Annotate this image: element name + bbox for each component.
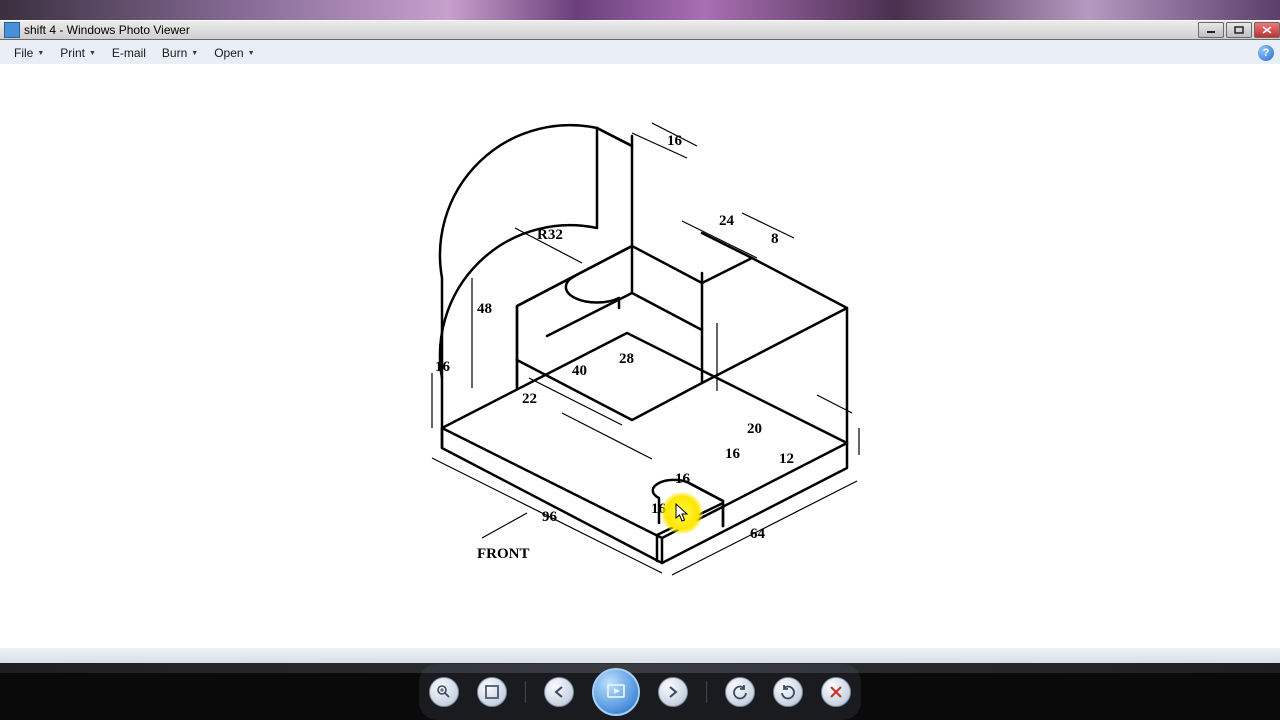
dim-16-slot-r: 16 <box>725 446 741 462</box>
menu-email[interactable]: E-mail <box>104 43 154 63</box>
dim-22: 22 <box>522 391 537 407</box>
menu-file-label: File <box>14 46 33 60</box>
dim-20: 20 <box>747 421 762 437</box>
cursor-highlight <box>661 492 703 534</box>
bottom-region <box>0 648 1280 720</box>
menu-burn-label: Burn <box>162 46 187 60</box>
help-icon[interactable]: ? <box>1258 45 1274 61</box>
displayed-image: 16 R32 24 8 48 16 40 28 22 20 16 16 12 1… <box>397 113 883 599</box>
viewer-toolbar <box>419 664 861 720</box>
menu-file[interactable]: File ▼ <box>6 43 52 63</box>
dim-96: 96 <box>542 509 558 525</box>
chevron-down-icon: ▼ <box>191 50 198 57</box>
magnifier-icon <box>436 684 452 700</box>
menu-email-label: E-mail <box>112 46 146 60</box>
next-button[interactable] <box>658 677 688 707</box>
front-label: FRONT <box>477 546 530 562</box>
menu-print[interactable]: Print ▼ <box>52 43 104 63</box>
dim-12: 12 <box>779 451 794 467</box>
play-icon <box>605 681 627 703</box>
arrow-right-icon <box>666 685 680 699</box>
previous-button[interactable] <box>544 677 574 707</box>
window-title: shift 4 - Windows Photo Viewer <box>24 23 190 37</box>
delete-button[interactable] <box>821 677 851 707</box>
dim-48: 48 <box>477 301 492 317</box>
dim-24: 24 <box>719 213 735 229</box>
maximize-icon <box>1234 26 1244 34</box>
dim-16-top: 16 <box>667 133 683 149</box>
arrow-left-icon <box>552 685 566 699</box>
maximize-button[interactable] <box>1226 22 1252 38</box>
actual-size-button[interactable] <box>477 677 507 707</box>
menu-open[interactable]: Open ▼ <box>206 43 262 63</box>
menu-print-label: Print <box>60 46 85 60</box>
dim-8: 8 <box>771 231 779 247</box>
fit-icon <box>485 685 499 699</box>
letterbox-bar <box>0 663 1280 720</box>
menu-open-label: Open <box>214 46 243 60</box>
slideshow-button[interactable] <box>592 668 640 716</box>
menu-bar: File ▼ Print ▼ E-mail Burn ▼ Open ▼ ? <box>0 40 1280 67</box>
technical-drawing: 16 R32 24 8 48 16 40 28 22 20 16 16 12 1… <box>397 113 883 599</box>
close-button[interactable] <box>1254 22 1280 38</box>
rotate-ccw-icon <box>732 684 748 700</box>
dim-28: 28 <box>619 351 634 367</box>
dim-r32: R32 <box>537 227 563 243</box>
viewer-footer-strip <box>0 648 1280 663</box>
zoom-button[interactable] <box>429 677 459 707</box>
minimize-icon <box>1206 26 1216 34</box>
chevron-down-icon: ▼ <box>89 50 96 57</box>
minimize-button[interactable] <box>1198 22 1224 38</box>
background-desktop-strip <box>0 0 1280 20</box>
dim-64: 64 <box>750 526 766 542</box>
dim-16-slot-l: 16 <box>675 471 691 487</box>
rotate-ccw-button[interactable] <box>725 677 755 707</box>
dim-16-left: 16 <box>435 359 451 375</box>
close-icon <box>1262 26 1272 34</box>
menu-burn[interactable]: Burn ▼ <box>154 43 206 63</box>
chevron-down-icon: ▼ <box>248 50 255 57</box>
rotate-cw-button[interactable] <box>773 677 803 707</box>
chevron-down-icon: ▼ <box>37 50 44 57</box>
delete-icon <box>829 685 843 699</box>
image-viewport: 16 R32 24 8 48 16 40 28 22 20 16 16 12 1… <box>0 64 1280 648</box>
window-titlebar: shift 4 - Windows Photo Viewer <box>0 20 1280 40</box>
dim-40: 40 <box>572 363 587 379</box>
rotate-cw-icon <box>780 684 796 700</box>
app-icon <box>4 22 20 38</box>
